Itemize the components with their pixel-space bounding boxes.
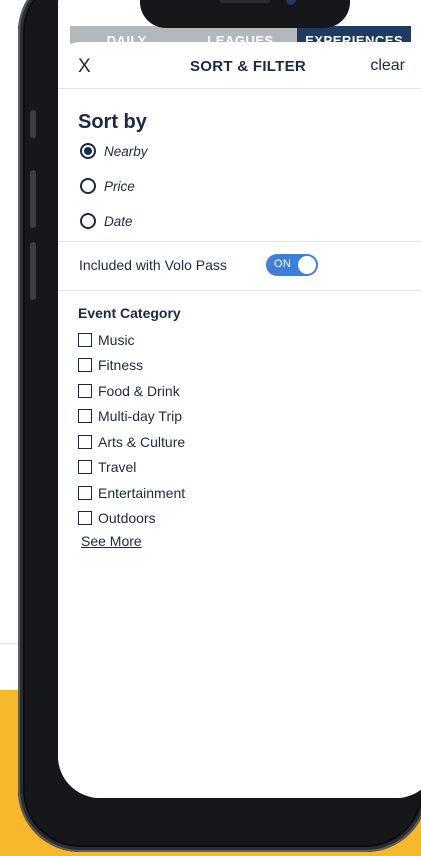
clear-button[interactable]: clear	[370, 57, 405, 75]
sort-option-label: Date	[104, 213, 133, 229]
checkbox-icon[interactable]	[78, 511, 92, 526]
sort-option-nearby[interactable]: Nearby	[80, 143, 148, 159]
category-label: Outdoors	[98, 510, 156, 527]
category-item-entertainment[interactable]: Entertainment	[78, 480, 421, 506]
category-item-food-drink[interactable]: Food & Drink	[78, 378, 421, 404]
category-label: Travel	[98, 459, 137, 476]
checkbox-icon[interactable]	[78, 409, 92, 424]
category-item-outdoors[interactable]: Outdoors	[78, 506, 421, 532]
category-label: Music	[98, 331, 135, 348]
category-item-arts-culture[interactable]: Arts & Culture	[78, 429, 421, 455]
category-label: Arts & Culture	[98, 433, 186, 450]
volo-pass-toggle[interactable]: ON	[266, 254, 318, 276]
category-label: Food & Drink	[98, 382, 180, 399]
volo-pass-label: Included with Volo Pass	[79, 257, 227, 273]
sort-filter-sheet: X SORT & FILTER clear Sort by Nearby Pri…	[58, 42, 421, 798]
speaker-grille	[220, 0, 270, 3]
phone-frame: DAILY LEAGUES EXPERIENCES X SORT & FILTE…	[18, 0, 421, 852]
sheet-header: X SORT & FILTER clear	[58, 42, 421, 89]
volume-down-button	[30, 242, 36, 300]
volume-up-button	[30, 170, 36, 228]
checkbox-icon[interactable]	[78, 332, 92, 347]
sort-option-price[interactable]: Price	[80, 178, 135, 194]
camera-icon	[286, 0, 296, 5]
category-item-fitness[interactable]: Fitness	[78, 353, 421, 379]
phone-screen: DAILY LEAGUES EXPERIENCES X SORT & FILTE…	[58, 0, 421, 798]
radio-unselected-icon[interactable]	[80, 178, 96, 194]
radio-selected-icon[interactable]	[80, 143, 96, 159]
toggle-state-text: ON	[274, 258, 292, 270]
phone-notch	[140, 0, 350, 28]
toggle-knob	[298, 256, 316, 274]
checkbox-icon[interactable]	[78, 358, 92, 373]
category-label: Fitness	[98, 357, 144, 374]
category-item-multi-day-trip[interactable]: Multi-day Trip	[78, 404, 421, 430]
checkbox-icon[interactable]	[78, 434, 92, 449]
mute-switch	[30, 110, 36, 138]
event-category-section: Event Category Music Fitness Food & Drin…	[58, 291, 421, 551]
checkbox-icon[interactable]	[78, 485, 92, 500]
sort-section: Sort by Nearby Price Date	[58, 89, 421, 242]
category-item-music[interactable]: Music	[78, 327, 421, 353]
see-more-link[interactable]: See More	[81, 533, 142, 549]
sort-option-label: Nearby	[104, 143, 148, 159]
category-item-travel[interactable]: Travel	[78, 455, 421, 481]
radio-unselected-icon[interactable]	[80, 213, 96, 229]
sort-option-date[interactable]: Date	[80, 213, 133, 229]
category-label: Entertainment	[98, 484, 186, 501]
sheet-title: SORT & FILTER	[189, 58, 307, 75]
checkbox-icon[interactable]	[78, 460, 92, 475]
sort-title: Sort by	[78, 111, 147, 133]
volo-pass-row: Included with Volo Pass ON	[58, 242, 421, 291]
sort-option-label: Price	[104, 178, 135, 194]
event-category-title: Event Category	[78, 305, 181, 321]
checkbox-icon[interactable]	[78, 383, 92, 398]
category-label: Multi-day Trip	[98, 408, 183, 425]
